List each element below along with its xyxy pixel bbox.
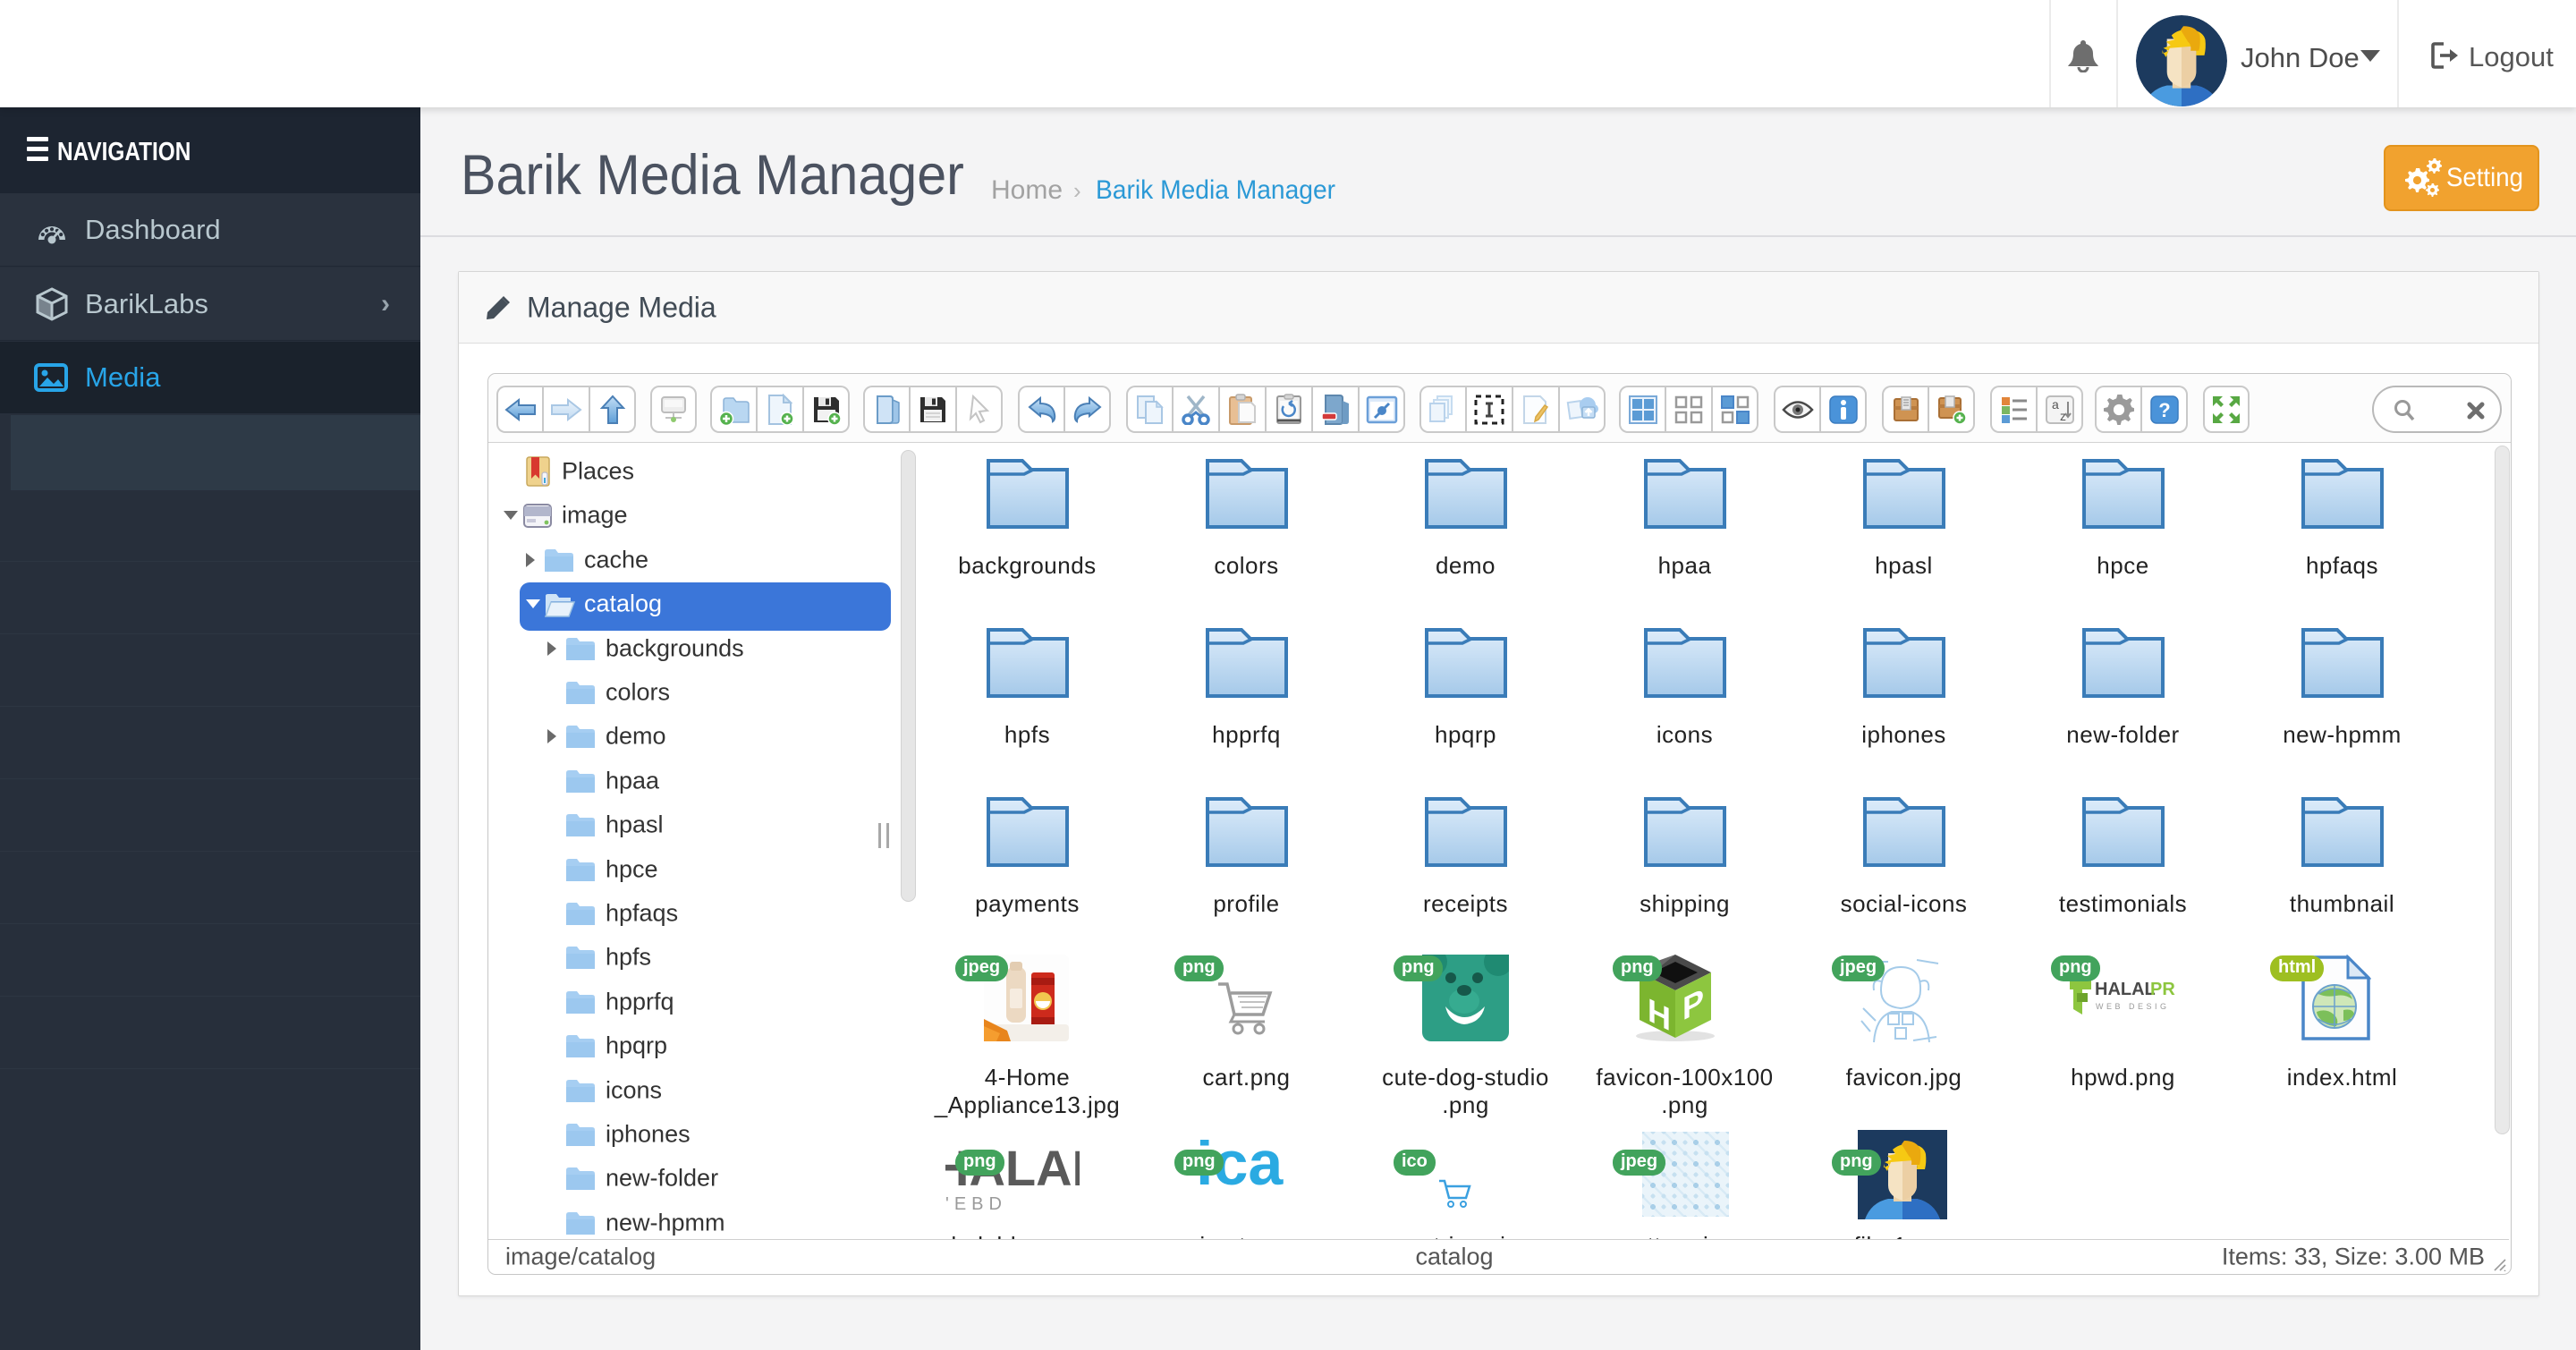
svg-text:PR: PR [2150,980,2175,999]
svg-text:a: a [2052,397,2059,412]
svg-text:z: z [2060,409,2066,423]
svg-text:WEB DESIG: WEB DESIG [2096,1002,2170,1011]
svg-text:HALAL: HALAL [2095,980,2156,999]
svg-text:?: ? [2158,399,2170,421]
